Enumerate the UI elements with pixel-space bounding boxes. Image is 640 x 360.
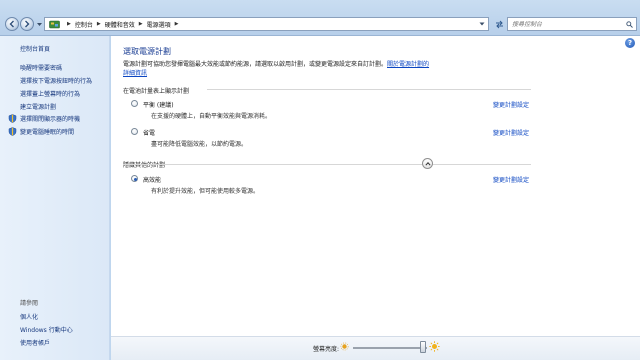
see-also-heading: 請參閱 [20,300,39,307]
back-button[interactable] [5,17,19,31]
breadcrumb-item-control-panel[interactable]: 控制台 [75,20,93,29]
breadcrumb-separator-icon[interactable]: ▶ [175,21,179,27]
shield-icon [8,114,17,123]
plan-name[interactable]: 省電 [143,128,155,137]
dim-sun-icon [340,342,349,351]
sidebar-link-lid-close-action[interactable]: 選擇蓋上螢幕時的行為 [20,89,80,98]
brightness-slider-track[interactable] [353,347,427,349]
search-icon[interactable] [626,21,633,28]
forward-button[interactable] [20,17,34,31]
section-divider [123,164,531,165]
sidebar-link-sleep-time[interactable]: 變更電腦睡眠的時間 [8,127,74,136]
address-bar[interactable]: ▶ 控制台 ▶ 硬體和音效 ▶ 電源選項 ▶ [44,17,489,31]
section-heading-shown-plans: 在電池計量表上顯示計劃 [123,88,190,95]
plan-description: 有利於提升效能，但可能使用較多電源。 [151,188,260,195]
sidebar-link-user-accounts[interactable]: 使用者帳戶 [20,338,50,347]
change-plan-settings-link-balanced[interactable]: 變更計劃設定 [493,100,529,109]
intro-description: 電源計劃可協助您發揮電腦最大效能或節約能源，請選取以啟用計劃，或變更電源設定來自… [123,61,388,68]
plan-high-performance-radio[interactable] [131,175,138,182]
sidebar-link-create-power-plan[interactable]: 建立電源計劃 [20,102,56,111]
breadcrumb-item-power-options[interactable]: 電源選項 [147,20,171,29]
sidebar-link-personalization[interactable]: 個人化 [20,312,38,321]
refresh-icon [495,20,503,28]
sidebar-link-control-panel-home[interactable]: 控制台首頁 [20,44,50,53]
breadcrumb-separator-icon[interactable]: ▶ [139,21,143,27]
arrow-right-icon [25,20,30,28]
section-divider [207,89,531,90]
search-input[interactable] [512,20,622,28]
plan-balanced-radio[interactable] [131,100,138,107]
breadcrumb-separator-icon[interactable]: ▶ [97,21,101,27]
brightness-label: 螢幕亮度: [313,346,340,353]
help-button[interactable]: ? [625,38,635,48]
plan-description: 在支援的硬體上，自動平衡效能與電源消耗。 [151,113,272,120]
shield-icon [8,127,17,136]
breadcrumb-separator-icon: ▶ [67,21,71,27]
sidebar-link-action-center[interactable]: Windows 行動中心 [20,325,73,334]
sidebar-link-label: 變更電腦睡眠的時間 [20,129,75,136]
intro-text: 電源計劃可協助您發揮電腦最大效能或節約能源，請選取以啟用計劃，或變更電源設定來自… [123,60,433,78]
brightness-slider-thumb[interactable] [420,341,427,353]
bright-sun-icon [429,341,440,352]
plan-name[interactable]: 高效能 [143,175,161,184]
brightness-bar: 螢幕亮度: [111,336,640,360]
title-bar: ▶ 控制台 ▶ 硬體和音效 ▶ 電源選項 ▶ [0,0,640,36]
address-history-dropdown-icon[interactable] [479,21,485,27]
breadcrumb-item-hardware-sound[interactable]: 硬體和音效 [105,20,135,29]
change-plan-settings-link-power-saver[interactable]: 變更計劃設定 [493,128,529,137]
collapse-hidden-plans-button[interactable] [422,158,433,169]
plan-power-saver-radio[interactable] [131,128,138,135]
refresh-button[interactable] [492,17,506,31]
recent-pages-dropdown-icon[interactable] [36,21,43,28]
page-title: 選取電源計劃 [123,47,171,56]
plan-name[interactable]: 平衡 (建議) [143,100,174,109]
plan-description: 盡可能降低電腦效能，以節約電源。 [151,141,248,148]
breadcrumb: ▶ 控制台 ▶ 硬體和音效 ▶ 電源選項 ▶ [63,20,182,29]
task-sidebar: 控制台首頁 喚醒時需要密碼 選擇按下電源按鈕時的行為 選擇蓋上螢幕時的行為 建立… [0,36,110,360]
arrow-left-icon [9,20,14,28]
sidebar-link-power-button-action[interactable]: 選擇按下電源按鈕時的行為 [20,76,92,85]
sidebar-link-display-off[interactable]: 選擇關閉顯示器的時機 [8,114,80,123]
change-plan-settings-link-high-performance[interactable]: 變更計劃設定 [493,175,529,184]
sidebar-link-require-password[interactable]: 喚醒時需要密碼 [20,63,62,72]
chevron-up-icon [424,161,431,166]
sidebar-link-label: 選擇關閉顯示器的時機 [20,116,81,123]
control-panel-icon [49,20,60,28]
search-box[interactable] [507,17,637,31]
